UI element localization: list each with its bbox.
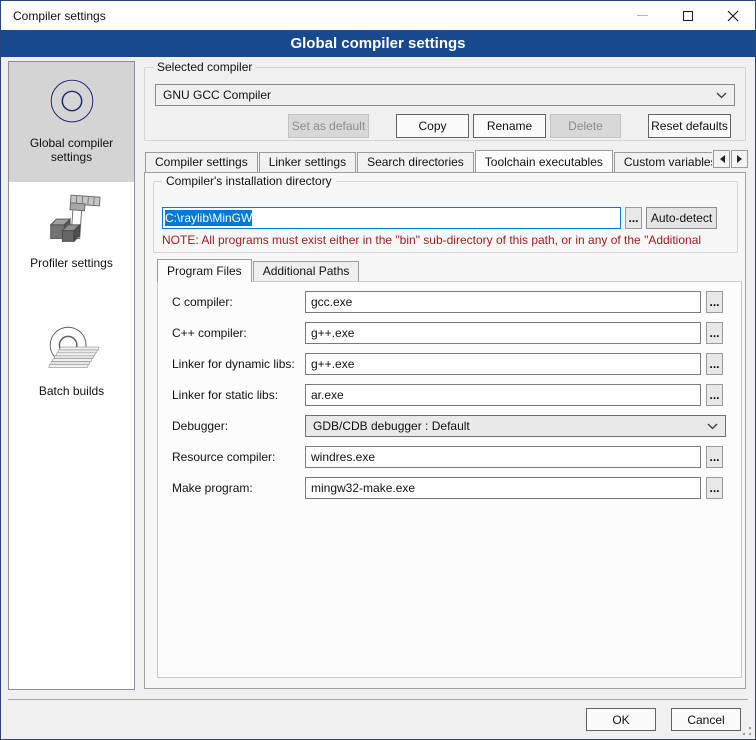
toolchain-subtabs: Program FilesAdditional Paths xyxy=(157,258,360,281)
make-program-browse-button[interactable]: ... xyxy=(706,477,723,499)
arrow-left-icon xyxy=(716,155,725,163)
resource-compiler-browse-button[interactable]: ... xyxy=(706,446,723,468)
arrow-right-icon xyxy=(737,155,746,163)
delete-button: Delete xyxy=(550,114,621,138)
window-controls xyxy=(620,1,755,30)
tab-linker-settings[interactable]: Linker settings xyxy=(259,152,356,172)
c-compiler-browse-button[interactable]: ... xyxy=(706,291,723,313)
dynamic-linker-browse-button[interactable]: ... xyxy=(706,353,723,375)
tab-compiler-settings[interactable]: Compiler settings xyxy=(145,152,258,172)
static-linker-input[interactable] xyxy=(305,384,701,406)
copy-button[interactable]: Copy xyxy=(396,114,469,138)
compiler-select[interactable]: GNU GCC Compiler xyxy=(155,84,735,106)
tab-scroll-right-button[interactable] xyxy=(731,150,748,168)
selected-compiler-group: Selected compiler GNU GCC Compiler Set a… xyxy=(144,67,746,141)
sidebar-item-global-compiler-settings[interactable]: Global compiler settings xyxy=(9,62,134,182)
global-compiler-gear-icon xyxy=(41,70,103,132)
tab-scroll-left-button[interactable] xyxy=(713,150,730,168)
field-row: C++ compiler:... xyxy=(158,322,743,344)
sidebar-item-label: Global compiler settings xyxy=(9,134,134,170)
window-title: Compiler settings xyxy=(1,9,620,23)
install-dir-input[interactable]: C:\raylib\MinGW xyxy=(162,207,621,229)
category-list: Global compiler settings Profiler settin… xyxy=(8,61,135,690)
titlebar: Compiler settings xyxy=(1,1,755,30)
field-label: Debugger: xyxy=(172,415,228,437)
cpp-compiler-input[interactable] xyxy=(305,322,701,344)
install-dir-group: Compiler's installation directory C:\ray… xyxy=(153,181,738,253)
minimize-button[interactable] xyxy=(620,1,665,30)
field-row: Resource compiler:... xyxy=(158,446,743,468)
minimize-icon xyxy=(637,15,648,16)
footer-divider xyxy=(8,699,748,700)
install-dir-selected-text: C:\raylib\MinGW xyxy=(165,210,252,226)
tab-custom-variables[interactable]: Custom variables xyxy=(614,152,712,172)
profiler-caliper-icon xyxy=(41,190,103,252)
static-linker-browse-button[interactable]: ... xyxy=(706,384,723,406)
sidebar-item-label: Profiler settings xyxy=(9,254,134,276)
field-row: C compiler:... xyxy=(158,291,743,313)
field-label: C++ compiler: xyxy=(172,322,247,344)
c-compiler-input[interactable] xyxy=(305,291,701,313)
selected-compiler-group-label: Selected compiler xyxy=(153,60,256,74)
batch-builds-gear-icon xyxy=(41,318,103,380)
maximize-button[interactable] xyxy=(665,1,710,30)
program-files-page: C compiler:...C++ compiler:...Linker for… xyxy=(157,281,742,678)
subtab-program-files[interactable]: Program Files xyxy=(157,259,252,282)
sidebar-item-profiler-settings[interactable]: Profiler settings xyxy=(9,182,134,310)
ok-button[interactable]: OK xyxy=(586,708,656,731)
install-dir-browse-button[interactable]: ... xyxy=(625,207,642,229)
field-select-value: GDB/CDB debugger : Default xyxy=(313,419,707,433)
autodetect-button[interactable]: Auto-detect xyxy=(646,207,717,229)
main-tabs: Compiler settingsLinker settingsSearch d… xyxy=(145,149,712,172)
sidebar-item-batch-builds[interactable]: Batch builds xyxy=(9,310,134,434)
field-label: Linker for dynamic libs: xyxy=(172,353,295,375)
field-label: Make program: xyxy=(172,477,253,499)
field-row: Linker for static libs:... xyxy=(158,384,743,406)
rename-button[interactable]: Rename xyxy=(473,114,546,138)
dialog-header: Global compiler settings xyxy=(1,30,755,57)
close-icon xyxy=(727,10,739,22)
field-label: Resource compiler: xyxy=(172,446,275,468)
toolchain-executables-page: Compiler's installation directory C:\ray… xyxy=(144,172,746,689)
resource-compiler-input[interactable] xyxy=(305,446,701,468)
dynamic-linker-input[interactable] xyxy=(305,353,701,375)
cancel-button[interactable]: Cancel xyxy=(671,708,741,731)
field-row: Debugger: GDB/CDB debugger : Default xyxy=(158,415,743,437)
tab-toolchain-executables[interactable]: Toolchain executables xyxy=(475,150,613,172)
make-program-input[interactable] xyxy=(305,477,701,499)
maximize-icon xyxy=(683,11,693,21)
sidebar-item-label: Batch builds xyxy=(9,382,134,404)
field-row: Make program:... xyxy=(158,477,743,499)
field-label: C compiler: xyxy=(172,291,233,313)
dialog-content: Global compiler settings Profiler settin… xyxy=(1,57,755,739)
field-label: Linker for static libs: xyxy=(172,384,278,406)
cpp-compiler-browse-button[interactable]: ... xyxy=(706,322,723,344)
subtab-additional-paths[interactable]: Additional Paths xyxy=(253,261,360,281)
compiler-settings-window: Compiler settings Global compiler settin… xyxy=(0,0,756,740)
set-as-default-button: Set as default xyxy=(288,114,369,138)
reset-defaults-button[interactable]: Reset defaults xyxy=(648,114,731,138)
install-dir-group-label: Compiler's installation directory xyxy=(162,174,336,188)
resize-grip[interactable] xyxy=(742,726,752,736)
compiler-select-value: GNU GCC Compiler xyxy=(163,88,716,102)
install-dir-note: NOTE: All programs must exist either in … xyxy=(162,233,734,247)
close-button[interactable] xyxy=(710,1,755,30)
debugger-select[interactable]: GDB/CDB debugger : Default xyxy=(305,415,726,437)
chevron-down-icon xyxy=(707,423,718,430)
tab-search-directories[interactable]: Search directories xyxy=(357,152,474,172)
tab-scroll-buttons xyxy=(712,150,748,168)
chevron-down-icon xyxy=(716,92,727,99)
field-row: Linker for dynamic libs:... xyxy=(158,353,743,375)
